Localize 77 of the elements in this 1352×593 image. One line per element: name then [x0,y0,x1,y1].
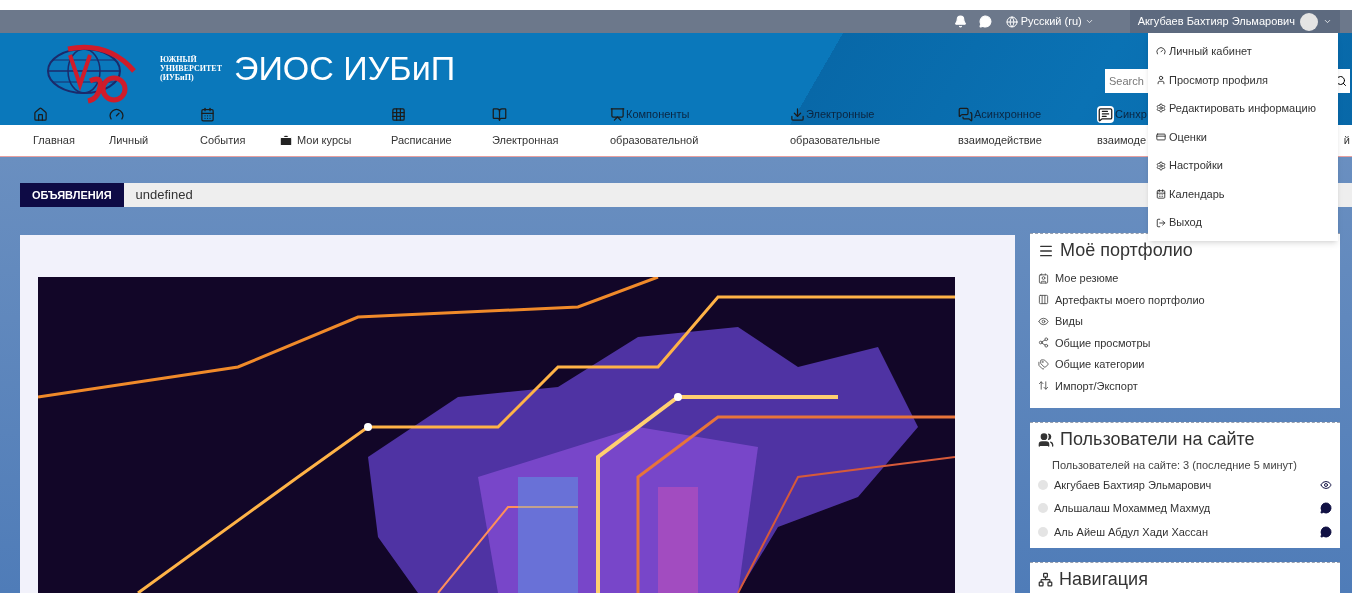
download-icon [790,106,805,122]
block-title: Навигация [1059,568,1148,591]
menu-item[interactable]: Выход [1156,214,1338,231]
logo-text: ЮЖНЫЙ [160,54,198,64]
nav-label[interactable]: й [1343,132,1350,149]
grid-icon [391,106,406,122]
home-icon [33,106,48,122]
nav-label[interactable]: Главная [33,132,75,149]
nav-label[interactable]: События [200,132,246,149]
avatar [1300,12,1318,31]
calendar-icon [1156,189,1166,200]
menu-item[interactable]: Просмотр профиля [1156,71,1338,89]
tags-icon [1038,358,1049,370]
eye-icon [1320,478,1332,491]
portfolio-link[interactable]: Общие категории [1055,356,1145,373]
user-link[interactable]: Аль Айеш Абдул Хади Хассан [1054,523,1209,540]
logo-text: (ИУБиП) [160,72,195,82]
caret-icon [1084,17,1094,26]
announcement-text: undefined [135,186,193,205]
board-icon [610,106,625,122]
settings-icon [1156,160,1166,171]
message-icon[interactable] [1320,525,1332,538]
message-icon[interactable] [1320,502,1332,515]
menu-item[interactable]: Оценки [1156,128,1338,146]
portfolio-link[interactable]: Импорт/Экспорт [1055,377,1138,394]
block-title: Пользователи на сайте [1060,428,1255,451]
portfolio-link[interactable]: Общие просмотры [1055,334,1151,351]
contact-card-icon [1038,272,1049,284]
nav-label[interactable]: Мои курсы [297,132,352,149]
share-icon [1038,337,1049,349]
eye-icon [1038,315,1049,327]
avatar [1038,526,1048,537]
gauge-icon [1156,46,1166,57]
sort-icon [1038,380,1049,392]
logo-text: УНИВЕРСИТЕТ [160,63,222,73]
avatar [1038,479,1048,490]
briefcase-icon [279,133,293,148]
calendar-icon [200,106,215,122]
nav-label[interactable]: Электронная [492,132,559,149]
user-menu-button[interactable]: Акгубаев Бахтияр Эльмарович [1129,10,1340,33]
columns-icon [1038,294,1049,306]
gauge-icon [109,106,124,122]
nav-label[interactable]: образовательные [790,132,881,149]
sitemap-icon [1038,572,1053,587]
portfolio-link[interactable]: Артефакты моего портфолио [1055,291,1205,308]
caret-icon [1323,17,1332,26]
user-link[interactable]: Акгубаев Бахтияр Эльмарович [1054,476,1212,493]
bell-icon[interactable] [953,15,967,28]
card-icon [1156,131,1166,142]
user-link[interactable]: Альшалаш Мохаммед Махмуд [1054,500,1211,517]
settings-icon [1156,103,1166,114]
book-icon [492,106,507,122]
menu-item[interactable]: Личный кабинет [1156,43,1338,60]
chat-icon[interactable] [978,15,992,28]
menu-item[interactable]: Редактировать информацию [1156,100,1338,117]
nav-label[interactable]: Личный [109,132,149,149]
nav-label[interactable]: образовательной [610,132,699,149]
site-title: ЭИОС ИУБиП [234,47,456,89]
online-summary: Пользователей на сайте: 3 (последние 5 минут) [1051,458,1298,473]
nav-label[interactable]: взаимоде [1097,132,1146,149]
logout-icon [1156,217,1166,228]
menu-item[interactable]: Календарь [1156,185,1338,203]
nav-label[interactable]: взаимодействие [958,132,1042,149]
block-title: Моё портфолио [1060,239,1193,262]
announcement-badge: ОБЪЯВЛЕНИЯ [20,183,124,207]
portfolio-link[interactable]: Мое резюме [1055,270,1119,287]
search-icon [1335,75,1347,87]
chat-icon [1098,106,1113,122]
chat-icon [958,106,973,122]
user-icon [1156,74,1166,85]
menu-item[interactable]: Настройки [1156,157,1338,174]
nav-label[interactable]: Расписание [391,132,452,149]
avatar [1038,503,1048,514]
language-menu[interactable]: Русский (ru) [1005,13,1094,30]
portfolio-link[interactable]: Виды [1055,313,1083,330]
users-icon [1038,431,1054,448]
globe-icon [1005,15,1018,28]
